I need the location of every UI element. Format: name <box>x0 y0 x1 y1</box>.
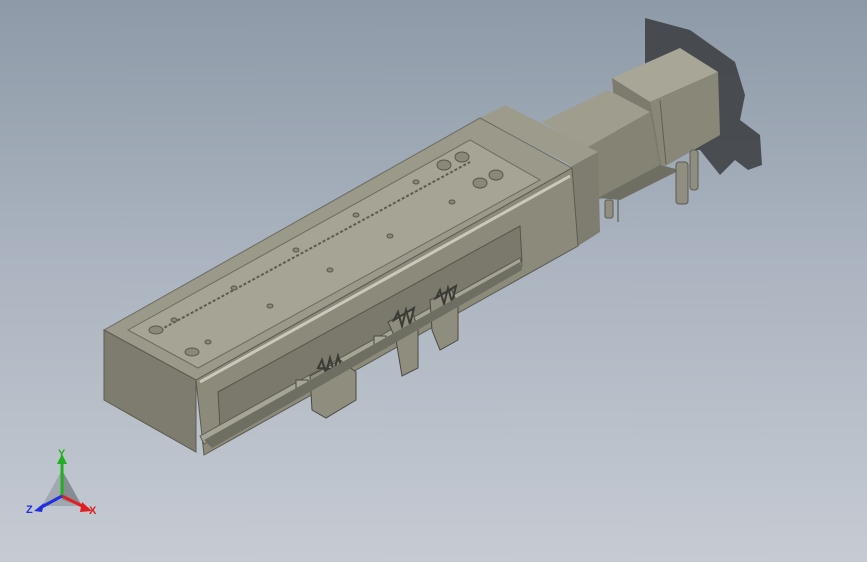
y-axis-label: Y <box>58 448 66 460</box>
z-axis-label: Z <box>26 504 33 516</box>
graphics-viewport[interactable]: Y Z X <box>0 0 867 562</box>
linear-actuator-model[interactable] <box>0 0 867 562</box>
z-axis-arrow <box>34 503 44 512</box>
x-axis-label: X <box>89 505 97 517</box>
coordinate-triad: Y Z X <box>26 448 102 520</box>
